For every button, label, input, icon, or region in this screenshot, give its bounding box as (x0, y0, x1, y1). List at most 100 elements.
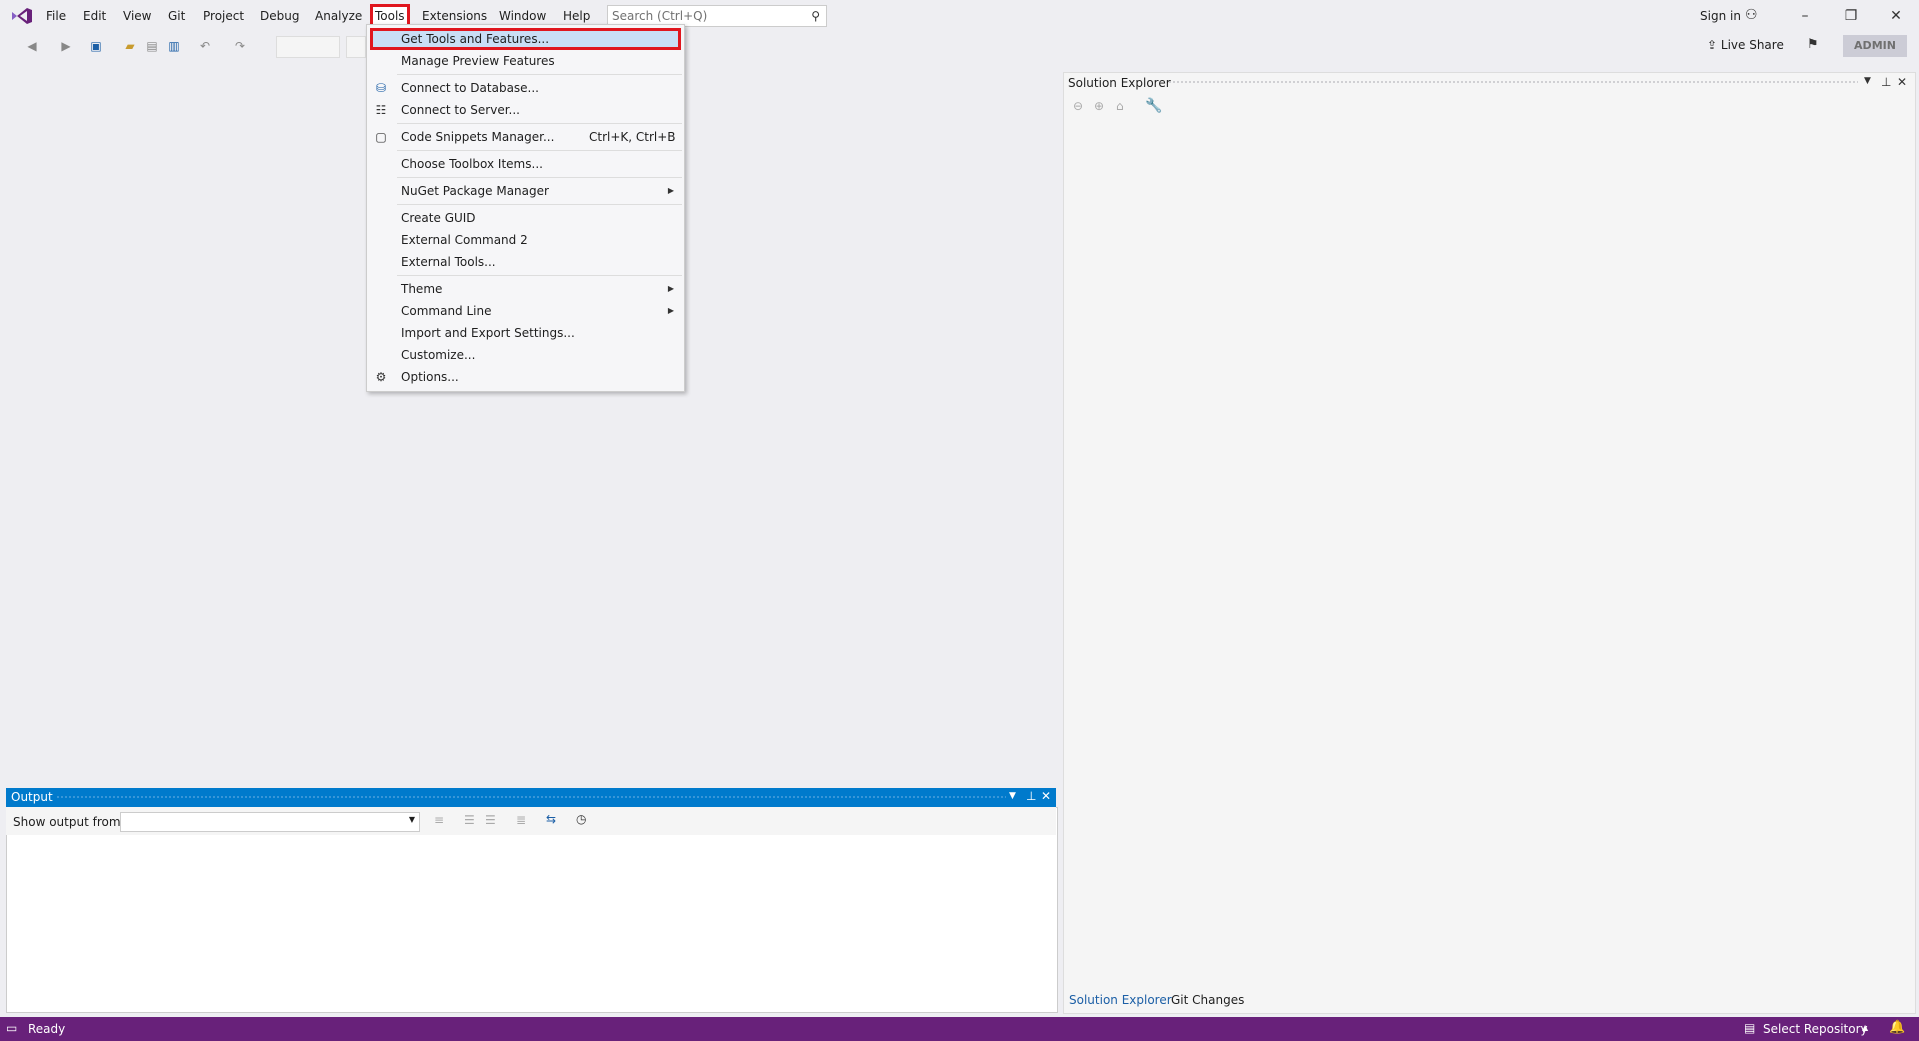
output-pane-header: Output ▼ ⊥ ✕ (6, 788, 1056, 807)
chevron-up-icon[interactable]: ▲ (1862, 1023, 1868, 1032)
pin-icon[interactable]: ⊥ (1026, 789, 1036, 803)
menu-item-label: External Command 2 (401, 233, 528, 247)
search-placeholder: Search (Ctrl+Q) (612, 9, 708, 23)
solution-explorer-title: Solution Explorer (1068, 76, 1171, 90)
menu-extensions[interactable]: Extensions (420, 7, 489, 25)
menu-item-shortcut: Ctrl+K, Ctrl+B (589, 130, 676, 144)
solution-explorer-tabs: Solution Explorer Git Changes (1063, 990, 1915, 1012)
menu-item-create-guid[interactable]: Create GUID (367, 207, 684, 229)
menu-item-choose-toolbox-items[interactable]: Choose Toolbox Items... (367, 153, 684, 175)
account-icon[interactable]: ⚇ (1745, 7, 1758, 23)
sign-in-link[interactable]: Sign in (1700, 9, 1741, 23)
tools-dropdown-menu: Get Tools and Features... Manage Preview… (366, 24, 685, 392)
clear-all-icon[interactable]: ≣ (516, 813, 526, 827)
menu-item-customize[interactable]: Customize... (367, 344, 684, 366)
previous-message-icon[interactable]: ☰ (464, 813, 475, 827)
find-message-icon[interactable]: ≡ (434, 813, 444, 827)
menu-item-label: Customize... (401, 348, 476, 362)
open-folder-icon[interactable]: ▰ (122, 38, 138, 54)
menu-view[interactable]: View (121, 7, 153, 25)
snippets-icon: ▢ (375, 130, 387, 144)
output-source-select[interactable]: ▼ (120, 812, 420, 832)
menu-item-import-and-export-settings[interactable]: Import and Export Settings... (367, 322, 684, 344)
solution-explorer-pane (1063, 72, 1916, 1014)
next-message-icon[interactable]: ☰ (485, 813, 496, 827)
menu-item-external-command-2[interactable]: External Command 2 (367, 229, 684, 251)
word-wrap-icon[interactable]: ⇆ (546, 812, 556, 826)
back-icon[interactable]: ◀ (24, 38, 40, 54)
pane-dropdown-icon[interactable]: ▼ (1864, 76, 1871, 86)
pane-dropdown-icon[interactable]: ▼ (1009, 791, 1016, 801)
tab-git-changes[interactable]: Git Changes (1171, 993, 1244, 1007)
restore-button[interactable]: ❐ (1837, 6, 1865, 26)
output-content[interactable] (6, 807, 1058, 1013)
menu-tools[interactable]: Tools (370, 4, 410, 28)
repository-icon: ▤ (1744, 1021, 1756, 1035)
save-all-icon[interactable]: ▥ (166, 38, 182, 54)
title-grip (1168, 80, 1858, 85)
close-pane-icon[interactable]: ✕ (1041, 789, 1051, 803)
menu-file[interactable]: File (44, 7, 68, 25)
home-icon[interactable]: ⌂ (1116, 99, 1124, 113)
submenu-arrow-icon: ▶ (667, 186, 674, 195)
close-pane-icon[interactable]: ✕ (1897, 75, 1907, 89)
menu-item-label: Manage Preview Features (401, 54, 555, 68)
menu-item-options[interactable]: ⚙ Options... (367, 366, 684, 388)
server-icon: ☷ (375, 103, 387, 117)
menu-item-connect-to-server[interactable]: ☷ Connect to Server... (367, 99, 684, 121)
menu-item-connect-to-database[interactable]: ⛁ Connect to Database... (367, 77, 684, 99)
menu-item-code-snippets-manager[interactable]: ▢ Code Snippets Manager... Ctrl+K, Ctrl+… (367, 126, 684, 148)
select-repository-button[interactable]: Select Repository (1763, 1022, 1868, 1036)
menu-edit[interactable]: Edit (81, 7, 108, 25)
back-icon[interactable]: ⊖ (1073, 99, 1083, 113)
menu-analyze[interactable]: Analyze (313, 7, 364, 25)
menu-item-command-line[interactable]: Command Line ▶ (367, 300, 684, 322)
menu-item-label: Command Line (401, 304, 492, 318)
menu-window[interactable]: Window (497, 7, 548, 25)
menu-bar: File Edit View Git Project Debug Analyze… (0, 0, 1919, 32)
admin-badge: ADMIN (1843, 35, 1907, 57)
menu-item-label: Theme (401, 282, 443, 296)
search-icon: ⚲ (811, 9, 820, 23)
menu-item-nuget-package-manager[interactable]: NuGet Package Manager ▶ (367, 180, 684, 202)
menu-item-label: Import and Export Settings... (401, 326, 575, 340)
tab-solution-explorer[interactable]: Solution Explorer (1069, 993, 1172, 1007)
menu-help[interactable]: Help (561, 7, 592, 25)
show-output-from-label: Show output from: (13, 815, 125, 829)
menu-git[interactable]: Git (166, 7, 187, 25)
pin-icon[interactable]: ⊥ (1881, 75, 1891, 89)
notification-icon[interactable]: ▭ (6, 1021, 17, 1035)
timestamp-clock-icon[interactable]: ◷ (576, 812, 586, 826)
redo-icon[interactable]: ↷ (232, 38, 248, 54)
menu-separator (397, 150, 682, 151)
menu-item-label: Create GUID (401, 211, 476, 225)
new-project-icon[interactable]: ▣ (88, 38, 104, 54)
menu-item-label: Code Snippets Manager... (401, 130, 555, 144)
submenu-arrow-icon: ▶ (667, 306, 674, 315)
feedback-icon[interactable]: ⚑ (1807, 37, 1819, 52)
menu-item-label: External Tools... (401, 255, 496, 269)
menu-item-label: Connect to Server... (401, 103, 520, 117)
menu-item-theme[interactable]: Theme ▶ (367, 278, 684, 300)
chevron-down-icon: ▼ (408, 815, 415, 824)
menu-debug[interactable]: Debug (258, 7, 301, 25)
menu-item-manage-preview-features[interactable]: Manage Preview Features (367, 50, 684, 72)
minimize-button[interactable]: – (1791, 6, 1819, 26)
gear-icon: ⚙ (375, 370, 387, 384)
output-title: Output (11, 790, 53, 804)
menu-project[interactable]: Project (201, 7, 246, 25)
save-icon[interactable]: ▤ (144, 38, 160, 54)
live-share-button[interactable]: ⇪ Live Share (1707, 38, 1784, 52)
platform-combo[interactable] (346, 36, 366, 58)
title-grip (56, 795, 1006, 800)
close-window-button[interactable]: ✕ (1882, 6, 1910, 26)
forward-icon[interactable]: ⊕ (1094, 99, 1104, 113)
notifications-bell-icon[interactable]: 🔔 (1889, 1020, 1905, 1035)
properties-wrench-icon[interactable]: 🔧 (1145, 98, 1162, 114)
configuration-combo[interactable] (276, 36, 340, 58)
menu-item-external-tools[interactable]: External Tools... (367, 251, 684, 273)
menu-item-label: Options... (401, 370, 459, 384)
forward-icon[interactable]: ▶ (58, 38, 74, 54)
menu-item-get-tools-and-features[interactable]: Get Tools and Features... (370, 28, 681, 50)
undo-icon[interactable]: ↶ (197, 38, 213, 54)
